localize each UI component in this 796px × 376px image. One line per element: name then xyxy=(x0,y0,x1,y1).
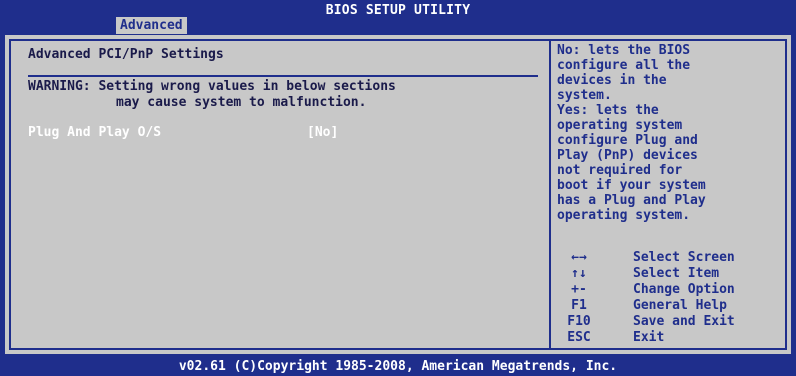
key-symbol: +- xyxy=(571,282,587,297)
key-desc: Select Screen xyxy=(633,250,735,265)
key-symbol: ESC xyxy=(567,330,591,345)
key-desc: General Help xyxy=(633,298,727,313)
setting-label: Plug And Play O/S xyxy=(28,125,162,140)
section-title: Advanced PCI/PnP Settings xyxy=(28,47,224,62)
key-row-select-item: ↑↓ Select Item xyxy=(561,266,781,282)
key-desc: Change Option xyxy=(633,282,735,297)
key-desc: Exit xyxy=(633,330,665,345)
key-row-exit: ESC Exit xyxy=(561,330,781,346)
key-legend: ←→ Select Screen ↑↓ Select Item +- Chang… xyxy=(561,250,781,346)
pane-divider xyxy=(549,41,551,348)
key-symbol: F1 xyxy=(571,298,587,313)
up-down-arrows-icon: ↑↓ xyxy=(571,266,587,281)
setting-value[interactable]: [No] xyxy=(307,125,338,140)
key-row-change-option: +- Change Option xyxy=(561,282,781,298)
app-title: BIOS SETUP UTILITY xyxy=(325,3,471,18)
tab-advanced[interactable]: Advanced xyxy=(116,17,187,34)
settings-pane: Advanced PCI/PnP Settings WARNING: Setti… xyxy=(11,41,549,348)
warning-line-2: may cause system to malfunction. xyxy=(116,95,367,110)
help-text: No: lets the BIOS configure all the devi… xyxy=(557,43,706,223)
section-divider xyxy=(28,75,538,77)
key-row-save-exit: F10 Save and Exit xyxy=(561,314,781,330)
warning-line-1: WARNING: Setting wrong values in below s… xyxy=(28,79,396,94)
key-row-general-help: F1 General Help xyxy=(561,298,781,314)
key-desc: Save and Exit xyxy=(633,314,735,329)
key-symbol: F10 xyxy=(567,314,591,329)
warning-message: WARNING: Setting wrong values in below s… xyxy=(28,79,396,111)
title-bar: BIOS SETUP UTILITY Advanced xyxy=(0,0,796,34)
panel-frame: Advanced PCI/PnP Settings WARNING: Setti… xyxy=(9,39,787,350)
setting-plug-and-play-os[interactable]: Plug And Play O/S [No] xyxy=(28,125,358,140)
copyright-footer: v02.61 (C)Copyright 1985-2008, American … xyxy=(178,359,618,374)
left-right-arrows-icon: ←→ xyxy=(571,250,587,265)
help-pane: No: lets the BIOS configure all the devi… xyxy=(553,41,785,348)
main-panel: Advanced PCI/PnP Settings WARNING: Setti… xyxy=(4,34,792,355)
key-row-select-screen: ←→ Select Screen xyxy=(561,250,781,266)
key-desc: Select Item xyxy=(633,266,720,281)
